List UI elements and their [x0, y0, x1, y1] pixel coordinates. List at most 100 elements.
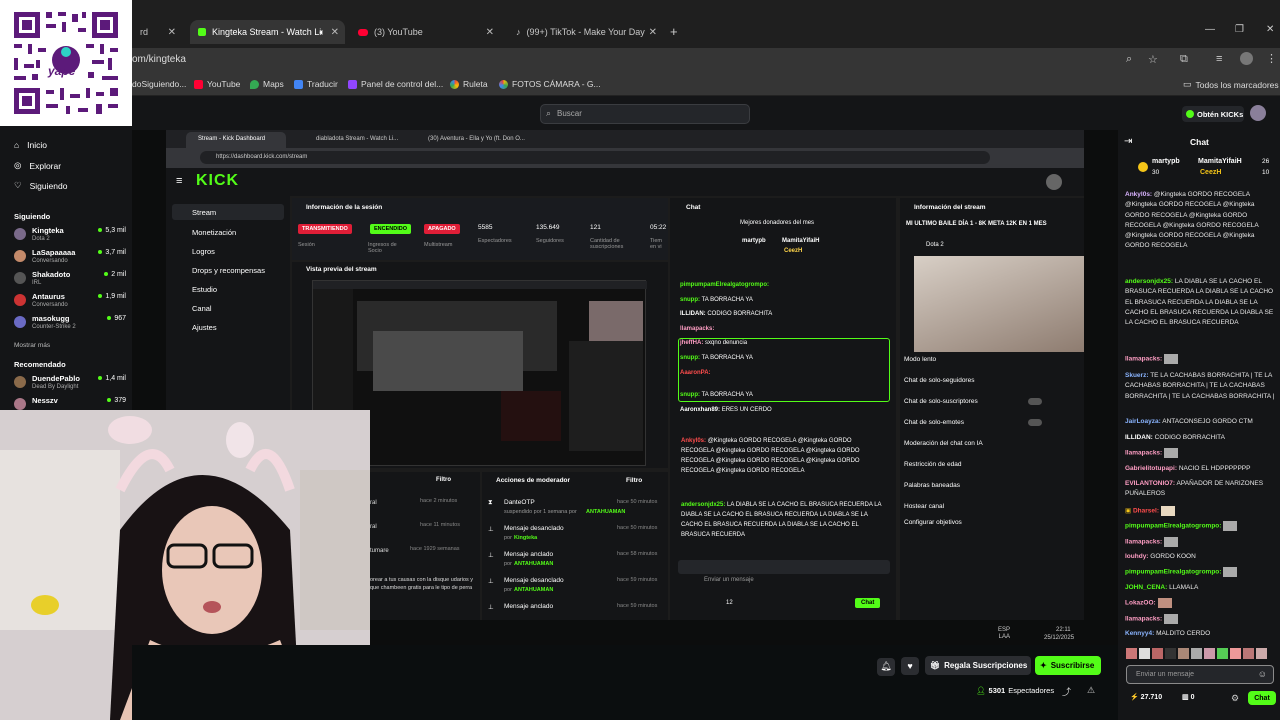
bookmark-youtube[interactable]: YouTube [194, 79, 240, 89]
url-field[interactable]: om/kingteka [132, 54, 186, 65]
chat-user[interactable]: JOHN_CENA: [1125, 584, 1167, 591]
new-tab-button[interactable]: + [670, 24, 678, 39]
chat-user[interactable]: pimpumpamElrealgatogrompo: [1125, 523, 1221, 530]
chat-text: @Kingteka GORDO RECOGELA @Kingteka GORDO… [681, 438, 860, 474]
media-icon[interactable]: ≡ [1216, 53, 1222, 65]
close-icon[interactable]: ✕ [331, 27, 339, 38]
chat-user[interactable]: Dharsel: [1133, 508, 1159, 515]
chat-text: CODIGO BORRACHITA [707, 311, 773, 318]
tab-kingteka[interactable]: Kingteka Stream - Watch Li 🔈︎ ✕ [190, 20, 345, 44]
stat-label: Sesión [298, 242, 315, 248]
points-balance[interactable]: ▥ 0 [1182, 693, 1194, 701]
channel-kingteka[interactable]: Kingteka Dota 2 5,3 mil [14, 225, 126, 247]
channel-antaurus[interactable]: Antaurus Conversando 1,9 mil [14, 291, 126, 313]
tab-youtube[interactable]: (3) YouTube ✕ [350, 20, 500, 44]
close-window-button[interactable]: ✕ [1266, 24, 1274, 35]
emote-icon[interactable] [1191, 648, 1202, 659]
kicks-balance[interactable]: ⚡ 27.710 [1130, 693, 1162, 701]
lang: ESP LAA [997, 627, 1010, 640]
chat-message-input[interactable]: Enviar un mensaje ☺ [1126, 665, 1274, 684]
chat-user[interactable]: llamapacks: [1125, 616, 1162, 623]
get-kicks-button[interactable]: Obtén KICKs [1182, 106, 1244, 122]
chat-user[interactable]: pimpumpamElrealgatogrompo: [1125, 569, 1221, 576]
emote-icon[interactable] [1152, 648, 1163, 659]
zoom-icon[interactable]: ⌕ [1126, 53, 1132, 66]
show-more-link[interactable]: Mostrar más [14, 342, 50, 349]
emote-icon[interactable] [1243, 648, 1254, 659]
speaker-icon[interactable]: 🔈︎ [320, 27, 325, 38]
emoji-icon[interactable]: ☺ [1258, 669, 1267, 679]
star-icon[interactable]: ☆ [1148, 53, 1158, 66]
report-icon[interactable]: ⚠ [1087, 685, 1095, 696]
chat-user[interactable]: llamapacks: [1125, 356, 1162, 363]
follow-heart-button[interactable]: ♥ [901, 656, 919, 675]
channel-lasapaaaaa[interactable]: LaSapaaaaa Conversando 3,7 mil [14, 247, 126, 269]
donor-amount: 26 [1262, 158, 1270, 165]
chat-send-button[interactable]: Chat [1248, 691, 1276, 705]
yape-qr-code: yape [0, 0, 132, 126]
chat-user[interactable]: andersonjdx25: [1125, 278, 1173, 285]
chat-user[interactable]: Kennyy4: [1125, 630, 1154, 637]
chat-user[interactable]: ILLIDAN: [1125, 434, 1153, 441]
bookmark-fotos[interactable]: FOTOS CÁMARA - G... [499, 79, 601, 89]
user-avatar[interactable] [1250, 105, 1266, 121]
emote-icon[interactable] [1230, 648, 1241, 659]
chat-title: Chat [686, 204, 701, 211]
all-bookmarks[interactable]: ▭ Todos los marcadores [1183, 79, 1279, 90]
settings-gear-icon[interactable]: ⚙ [1231, 693, 1239, 704]
collapse-chat-icon[interactable]: ⇥ [1124, 136, 1132, 147]
chat-user[interactable]: Gabrielitotupapi: [1125, 465, 1177, 472]
chat-user[interactable]: EVILANTONIO7: [1125, 480, 1175, 487]
restore-button[interactable]: ❐ [1235, 24, 1244, 35]
emote-icon[interactable] [1126, 648, 1137, 659]
nav-explorar[interactable]: ◎ Explorar [14, 160, 61, 171]
mod-action-by: ANTAHUAMAN [514, 587, 554, 593]
bookmark-traducir[interactable]: Traducir [294, 79, 338, 89]
tab-tiktok[interactable]: ♪ (99+) TikTok - Make Your Day ✕ [508, 20, 663, 44]
chat-user[interactable]: Ankyl0s: [1125, 191, 1152, 198]
channel-duendepablo[interactable]: DuendePablo Dead By Daylight 1,4 mil [14, 373, 126, 395]
emote-icon[interactable] [1139, 648, 1150, 659]
search-input[interactable]: ⌕ Buscar [540, 104, 750, 124]
share-icon[interactable]: ⤴ [1062, 685, 1071, 698]
qr-code-image [10, 8, 122, 118]
tab-previous[interactable]: rd ✕ [132, 20, 182, 44]
chat-message: Skuerz: TE LA CACHABAS BORRACHITA | TE L… [1125, 371, 1275, 402]
chat-user[interactable]: louhdy: [1125, 553, 1148, 560]
emote-icon[interactable] [1165, 648, 1176, 659]
chat-user[interactable]: Skuerz: [1125, 372, 1148, 379]
subscribe-button[interactable]: ✦ Suscribirse [1035, 656, 1101, 675]
chat-message: pimpumpamElrealgatogrompo: [1125, 521, 1275, 532]
chat-user[interactable]: llamapacks: [1125, 450, 1162, 457]
nav-label: Explorar [29, 160, 62, 171]
channel-shakadoto[interactable]: Shakadoto IRL 2 mil [14, 269, 126, 291]
bookmark-panel[interactable]: Panel de control del... [348, 79, 443, 89]
emote-icon[interactable] [1178, 648, 1189, 659]
channel-masokugg[interactable]: masokugg Counter-Strike 2 967 [14, 313, 126, 335]
chat-user[interactable]: JairLoayza: [1125, 418, 1161, 425]
profile-avatar[interactable] [1240, 52, 1253, 65]
bookmark-ruleta[interactable]: Ruleta [450, 79, 488, 89]
notification-bell-button[interactable]: 🔔︎ [877, 656, 895, 676]
close-icon[interactable]: ✕ [649, 27, 657, 38]
menu-icon[interactable]: ⋮ [1266, 52, 1277, 65]
emote-icon[interactable] [1217, 648, 1228, 659]
chat-user: Aaronxhan89: [680, 406, 721, 413]
hamburger-icon: ≡ [176, 175, 183, 187]
emote-icon[interactable] [1204, 648, 1215, 659]
heart-icon: ♥ [901, 657, 919, 675]
close-icon[interactable]: ✕ [168, 27, 176, 38]
nav-inicio[interactable]: ⌂ Inicio [14, 140, 47, 150]
gift-subscriptions-button[interactable]: 🎁︎ Regala Suscripciones [925, 656, 1031, 675]
close-icon[interactable]: ✕ [486, 27, 494, 38]
chat-user[interactable]: LokazOO: [1125, 600, 1156, 607]
bookmark-siguiendo[interactable]: doSiguiendo... [132, 79, 186, 89]
bookmark-maps[interactable]: Maps [250, 79, 284, 89]
toggle-switch [1028, 419, 1042, 426]
nav-siguiendo[interactable]: ♡ Siguiendo [14, 180, 67, 191]
minimize-button[interactable]: — [1205, 24, 1215, 35]
chat-user[interactable]: llamapacks: [1125, 539, 1162, 546]
donor-name: martypb [1152, 158, 1180, 165]
emote-icon[interactable] [1256, 648, 1267, 659]
extensions-icon[interactable]: ⧉ [1180, 53, 1188, 66]
